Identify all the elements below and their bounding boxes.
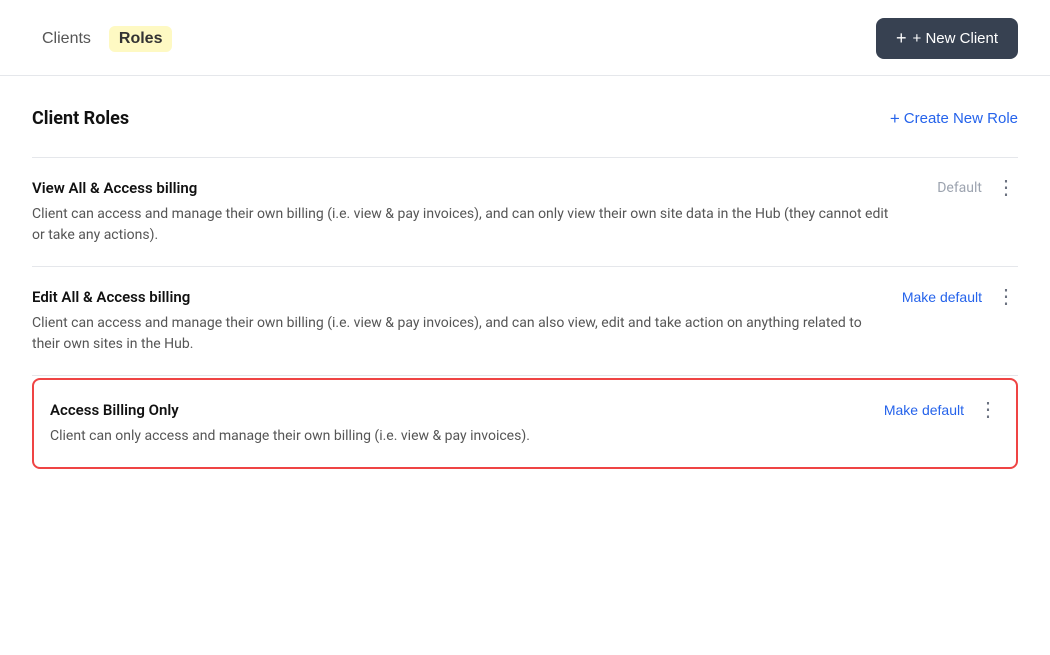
role-card-3-header: Access Billing Only Make default ⋮ — [50, 400, 1000, 420]
role-card-1-header: View All & Access billing Default ⋮ — [32, 178, 1018, 198]
role-card-2: Edit All & Access billing Make default ⋮… — [32, 267, 1018, 376]
role-1-status: Default — [937, 180, 982, 196]
role-1-name: View All & Access billing — [32, 179, 197, 197]
role-2-description: Client can access and manage their own b… — [32, 313, 892, 355]
role-3-menu-button[interactable]: ⋮ — [976, 400, 1000, 420]
top-nav: Clients Roles + + New Client — [0, 0, 1050, 76]
roles-list: View All & Access billing Default ⋮ Clie… — [32, 157, 1018, 469]
main-content: Client Roles + Create New Role View All … — [0, 76, 1050, 501]
role-3-name: Access Billing Only — [50, 401, 179, 419]
role-1-actions: Default ⋮ — [937, 178, 1018, 198]
role-card-1: View All & Access billing Default ⋮ Clie… — [32, 157, 1018, 267]
role-1-description: Client can access and manage their own b… — [32, 204, 892, 246]
create-role-label: Create New Role — [904, 110, 1018, 127]
role-2-menu-button[interactable]: ⋮ — [994, 287, 1018, 307]
role-3-description: Client can only access and manage their … — [50, 426, 910, 447]
role-2-make-default-button[interactable]: Make default — [902, 289, 982, 305]
create-role-plus-icon: + — [890, 109, 900, 129]
section-header: Client Roles + Create New Role — [32, 108, 1018, 129]
role-1-menu-button[interactable]: ⋮ — [994, 178, 1018, 198]
role-2-name: Edit All & Access billing — [32, 288, 190, 306]
nav-tabs: Clients Roles — [32, 26, 172, 52]
role-card-3: Access Billing Only Make default ⋮ Clien… — [32, 378, 1018, 469]
role-2-actions: Make default ⋮ — [902, 287, 1018, 307]
tab-clients[interactable]: Clients — [32, 26, 101, 52]
new-client-label: + New Client — [913, 30, 998, 47]
section-title: Client Roles — [32, 108, 129, 129]
role-card-2-header: Edit All & Access billing Make default ⋮ — [32, 287, 1018, 307]
new-client-plus-icon: + — [896, 28, 907, 49]
new-client-button[interactable]: + + New Client — [876, 18, 1018, 59]
role-3-actions: Make default ⋮ — [884, 400, 1000, 420]
tab-roles[interactable]: Roles — [109, 26, 173, 52]
role-3-make-default-button[interactable]: Make default — [884, 402, 964, 418]
create-new-role-button[interactable]: + Create New Role — [890, 109, 1018, 129]
